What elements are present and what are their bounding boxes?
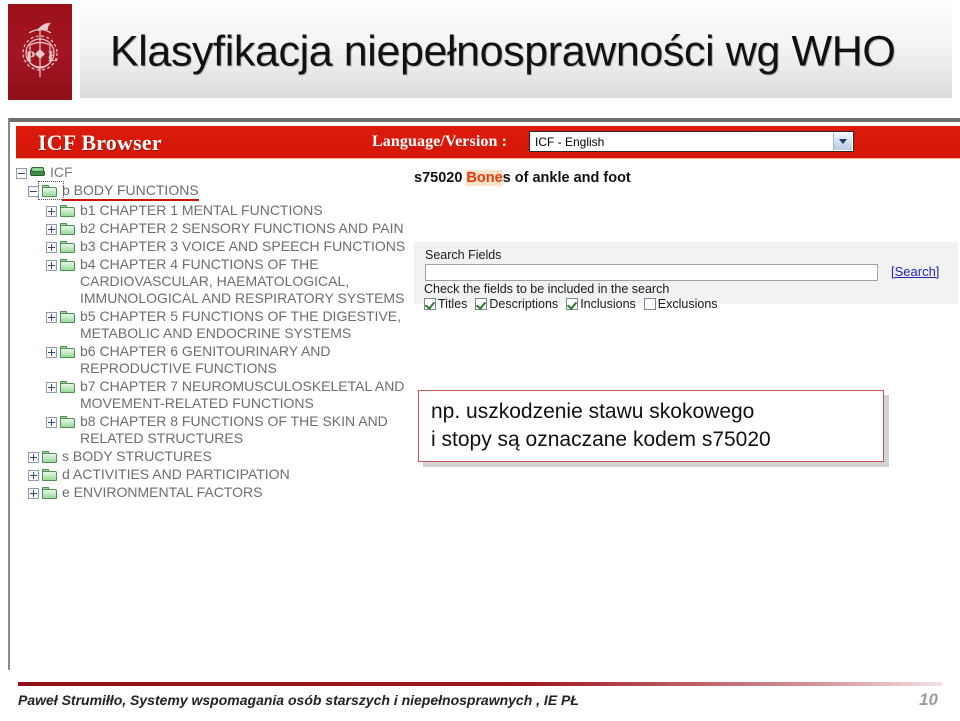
language-version-select[interactable]: ICF - English xyxy=(529,131,854,152)
search-field-checkboxes[interactable]: Titles Descriptions Inclusions Exclusions xyxy=(424,297,718,311)
slide-number: 10 xyxy=(919,690,938,709)
result-heading: s75020 Bones of ankle and foot xyxy=(414,170,631,186)
folder-icon xyxy=(60,416,76,429)
browser-top-border xyxy=(10,120,960,122)
expand-icon[interactable] xyxy=(46,347,57,358)
checkbox-box[interactable] xyxy=(643,298,656,310)
app-bar: ICF Browser Language/Version : ICF - Eng… xyxy=(16,126,960,159)
search-hint: Check the fields to be included in the s… xyxy=(424,282,670,296)
book-icon xyxy=(30,166,46,180)
tree-item-label: e ENVIRONMENTAL FACTORS xyxy=(62,484,263,500)
expand-icon[interactable] xyxy=(46,206,57,217)
pl-university-crest-icon: P Ł xyxy=(22,22,58,77)
folder-icon xyxy=(60,259,76,272)
checkbox-exclusions[interactable]: Exclusions xyxy=(643,297,718,311)
collapse-icon[interactable] xyxy=(16,168,27,179)
tree-item[interactable]: b3 CHAPTER 3 VOICE AND SPEECH FUNCTIONS xyxy=(46,238,406,255)
search-button[interactable]: [Search] xyxy=(891,264,939,279)
app-title: ICF Browser xyxy=(38,130,162,155)
expand-icon[interactable] xyxy=(46,260,57,271)
tree-item[interactable]: b BODY FUNCTIONS xyxy=(28,181,406,201)
tree-item-label: b4 CHAPTER 4 FUNCTIONS OF THE CARDIOVASC… xyxy=(80,256,405,306)
folder-icon xyxy=(60,241,76,254)
search-input[interactable] xyxy=(425,264,878,281)
tree-item-label: b7 CHAPTER 7 NEUROMUSCULOSKELETAL AND MO… xyxy=(80,378,405,411)
footer-divider xyxy=(18,682,942,686)
slide-title-bar: P Ł Klasyfikacja niepełnosprawności wg W… xyxy=(0,0,960,104)
expand-icon[interactable] xyxy=(28,452,39,463)
tree-item[interactable]: b1 CHAPTER 1 MENTAL FUNCTIONS xyxy=(46,202,406,219)
tree-item[interactable]: ICF xyxy=(16,164,406,181)
tree-item[interactable]: d ACTIVITIES AND PARTICIPATION xyxy=(28,466,406,483)
tree-item-label: s BODY STRUCTURES xyxy=(62,448,212,464)
search-fields-label: Search Fields xyxy=(425,248,502,262)
expand-icon[interactable] xyxy=(46,382,57,393)
folder-icon xyxy=(42,185,58,198)
checkbox-label: Exclusions xyxy=(657,297,718,311)
callout-text: np. uszkodzenie stawu skokowego i stopy … xyxy=(431,400,771,451)
slide-title-plate: Klasyfikacja niepełnosprawności wg WHO xyxy=(80,6,952,98)
university-logo: P Ł xyxy=(8,4,72,100)
chevron-down-icon[interactable] xyxy=(833,133,852,150)
tree-item-label: b5 CHAPTER 5 FUNCTIONS OF THE DIGESTIVE,… xyxy=(80,308,402,341)
expand-icon[interactable] xyxy=(46,312,57,323)
tree-item-label: b2 CHAPTER 2 SENSORY FUNCTIONS AND PAIN xyxy=(80,220,404,236)
tree-item-label: ICF xyxy=(50,164,73,180)
svg-text:Ł: Ł xyxy=(48,49,58,65)
checkbox-label: Titles xyxy=(438,297,468,311)
tree-item[interactable]: b2 CHAPTER 2 SENSORY FUNCTIONS AND PAIN xyxy=(46,220,406,237)
language-version-label: Language/Version : xyxy=(372,133,508,150)
checkbox-box[interactable] xyxy=(566,298,579,310)
folder-icon xyxy=(60,381,76,394)
result-code: s75020 xyxy=(414,170,467,186)
checkbox-label: Inclusions xyxy=(580,297,636,311)
tree-item-label: b6 CHAPTER 6 GENITOURINARY AND REPRODUCT… xyxy=(80,343,331,376)
expand-icon[interactable] xyxy=(28,470,39,481)
page-title: Klasyfikacja niepełnosprawności wg WHO xyxy=(110,27,896,76)
tree-item-label: d ACTIVITIES AND PARTICIPATION xyxy=(62,466,290,482)
collapse-icon[interactable] xyxy=(28,186,39,197)
tree-item-label: b3 CHAPTER 3 VOICE AND SPEECH FUNCTIONS xyxy=(80,238,406,254)
tree-item-label: b8 CHAPTER 8 FUNCTIONS OF THE SKIN AND R… xyxy=(80,413,388,446)
checkbox-box[interactable] xyxy=(424,298,436,310)
expand-icon[interactable] xyxy=(46,242,57,253)
tree-item-label: b1 CHAPTER 1 MENTAL FUNCTIONS xyxy=(80,202,323,218)
folder-icon xyxy=(60,205,76,218)
tree-item[interactable]: s BODY STRUCTURES xyxy=(28,448,406,465)
folder-icon xyxy=(60,223,76,236)
folder-icon xyxy=(60,346,76,359)
expand-icon[interactable] xyxy=(46,417,57,428)
tree-item[interactable]: b8 CHAPTER 8 FUNCTIONS OF THE SKIN AND R… xyxy=(46,413,406,447)
tree-item[interactable]: b7 CHAPTER 7 NEUROMUSCULOSKELETAL AND MO… xyxy=(46,378,406,412)
checkbox-box[interactable] xyxy=(475,298,488,310)
checkbox-titles[interactable]: Titles xyxy=(424,297,467,311)
folder-icon xyxy=(42,469,58,482)
expand-icon[interactable] xyxy=(28,488,39,499)
folder-icon xyxy=(42,487,58,500)
tree-item[interactable]: b6 CHAPTER 6 GENITOURINARY AND REPRODUCT… xyxy=(46,343,406,377)
tree-item[interactable]: b5 CHAPTER 5 FUNCTIONS OF THE DIGESTIVE,… xyxy=(46,308,406,342)
language-version-value: ICF - English xyxy=(535,135,605,149)
tree-item[interactable]: b4 CHAPTER 4 FUNCTIONS OF THE CARDIOVASC… xyxy=(46,256,406,307)
search-panel: Search Fields [Search] Check the fields … xyxy=(414,242,958,311)
tree-item-label: b BODY FUNCTIONS xyxy=(62,182,199,201)
classification-tree[interactable]: ICF b BODY FUNCTIONS b1 CHAPTER 1 MENTAL F… xyxy=(16,164,406,664)
svg-text:P: P xyxy=(26,49,35,65)
result-highlight: Bone xyxy=(466,170,503,186)
checkbox-descriptions[interactable]: Descriptions xyxy=(475,297,558,311)
checkbox-label: Descriptions xyxy=(489,297,559,311)
checkbox-inclusions[interactable]: Inclusions xyxy=(566,297,636,311)
folder-icon xyxy=(42,451,58,464)
footer-attribution: Paweł Strumiłło, Systemy wspomagania osó… xyxy=(18,692,579,708)
folder-icon xyxy=(60,311,76,324)
expand-icon[interactable] xyxy=(46,224,57,235)
tree-item[interactable]: e ENVIRONMENTAL FACTORS xyxy=(28,484,406,501)
callout-box: np. uszkodzenie stawu skokowego i stopy … xyxy=(418,390,884,462)
result-rest: s of ankle and foot xyxy=(502,170,631,186)
